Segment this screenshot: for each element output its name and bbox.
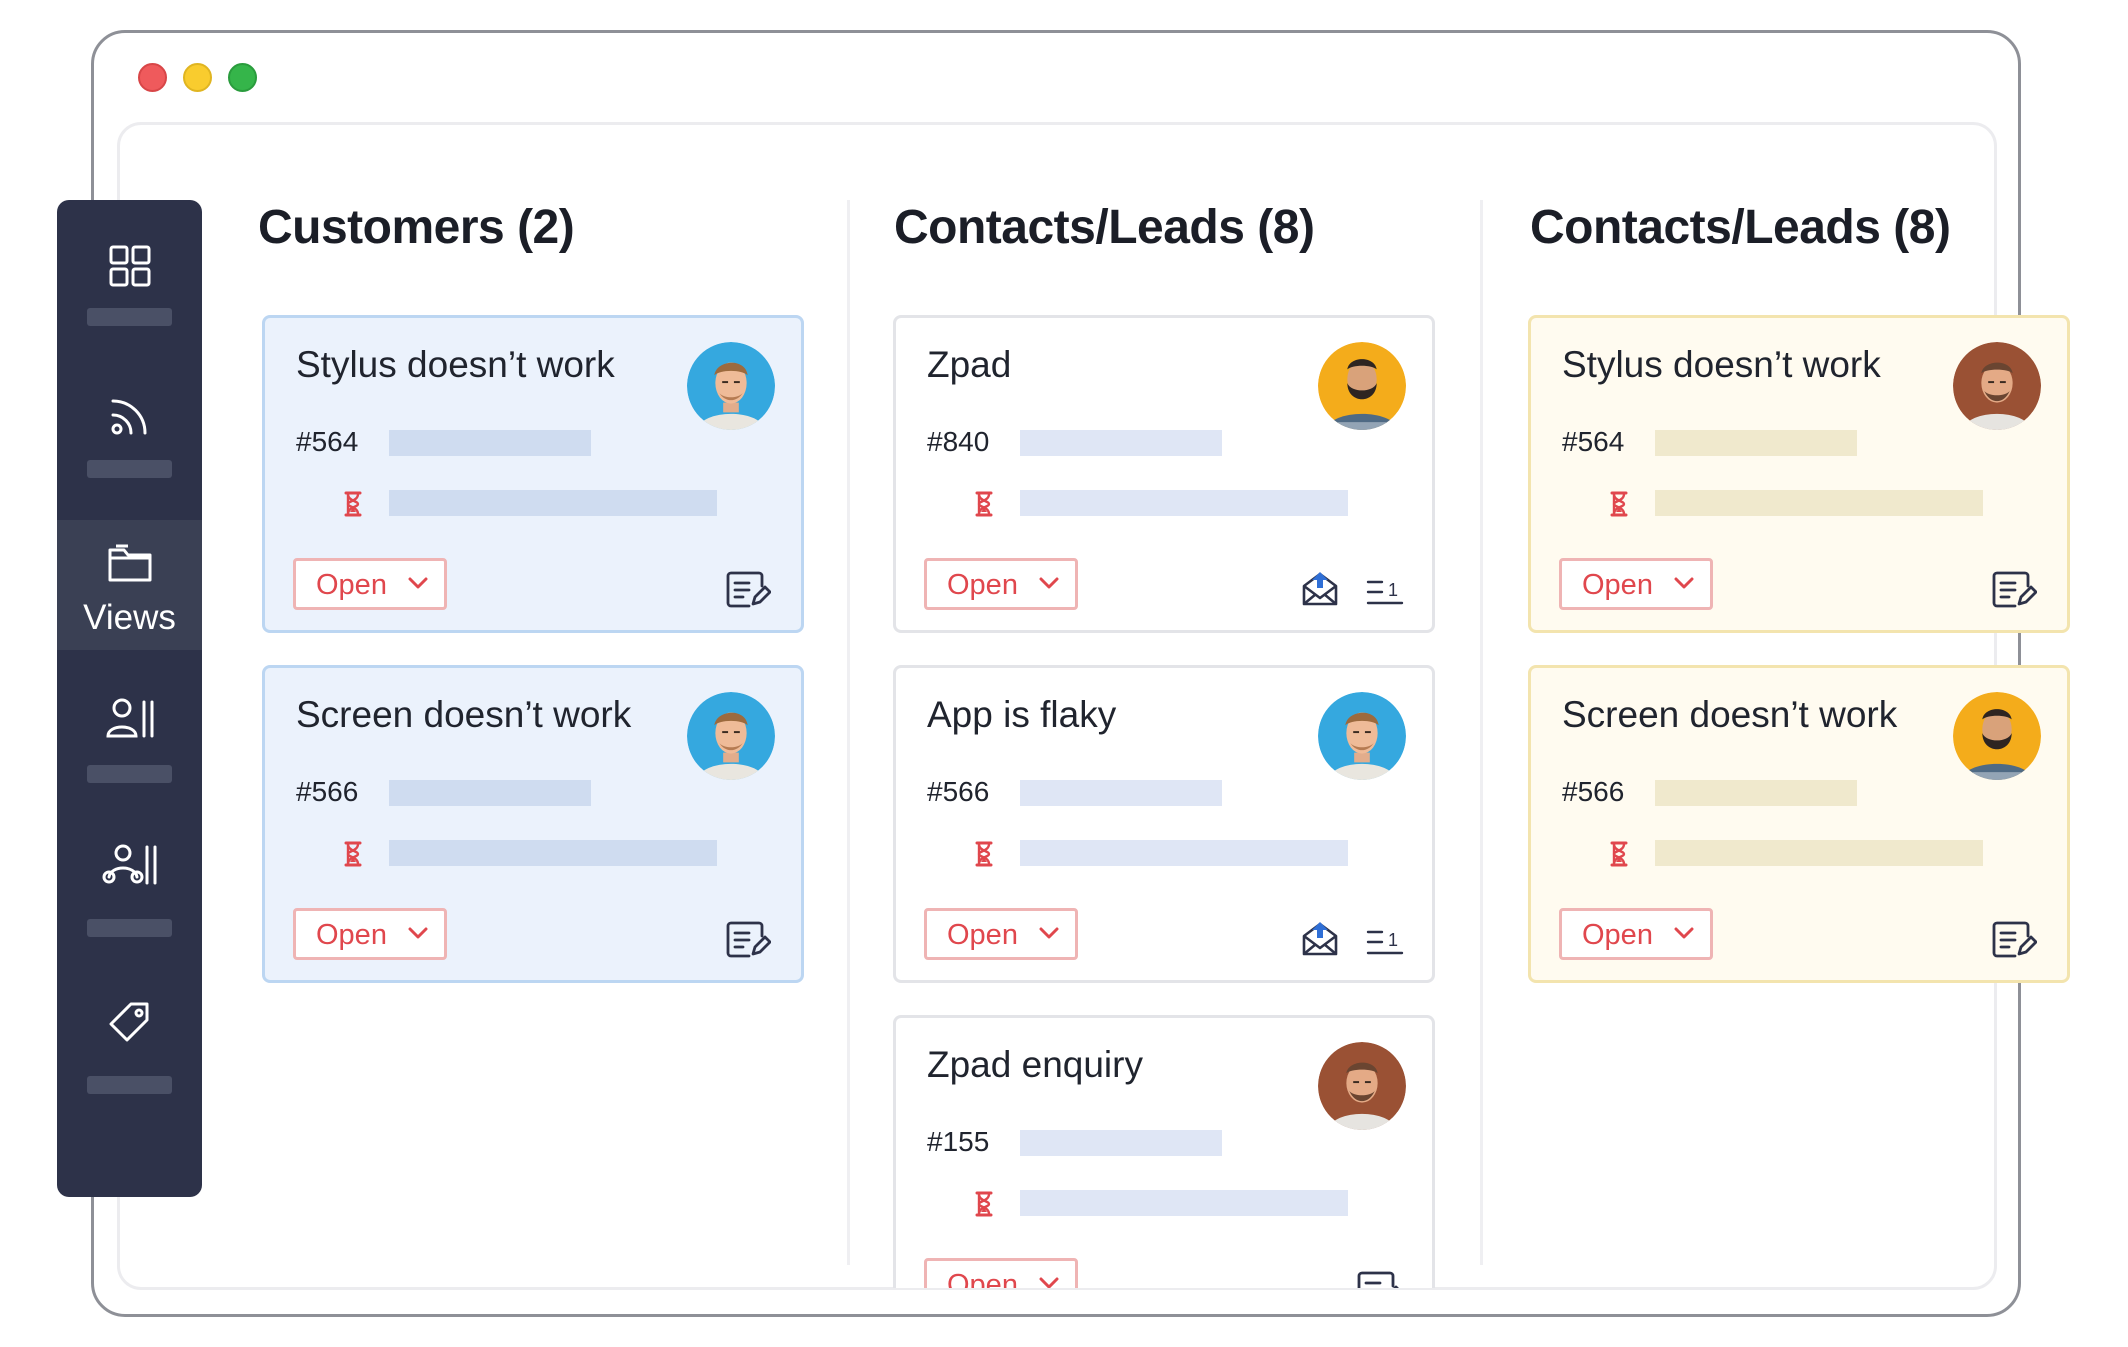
chevron-down-icon bbox=[1674, 927, 1694, 939]
chevron-down-icon bbox=[1039, 927, 1059, 939]
ticket-card[interactable]: Stylus doesn’t work #564 Open bbox=[1528, 315, 2070, 633]
ticket-id: #155 bbox=[927, 1126, 990, 1157]
edit-note-icon[interactable] bbox=[1356, 1270, 1402, 1288]
edit-note-icon[interactable] bbox=[1991, 920, 2037, 960]
content-placeholder bbox=[1020, 1130, 1222, 1156]
ticket-id: #566 bbox=[927, 776, 990, 807]
ticket-title: Zpad enquiry bbox=[927, 1044, 1143, 1085]
chevron-down-icon bbox=[1674, 577, 1694, 589]
status-dropdown[interactable]: Open bbox=[924, 1258, 1078, 1288]
content-placeholder bbox=[1020, 840, 1348, 866]
maximize-window-button[interactable] bbox=[228, 63, 257, 92]
content-placeholder bbox=[1020, 1190, 1348, 1216]
close-window-button[interactable] bbox=[138, 63, 167, 92]
status-label: Open bbox=[947, 919, 1018, 951]
edit-note-icon[interactable] bbox=[1991, 570, 2037, 610]
status-dropdown[interactable]: Open bbox=[924, 558, 1078, 610]
status-dropdown[interactable]: Open bbox=[1559, 908, 1713, 960]
thread-count-icon[interactable] bbox=[1364, 570, 1404, 610]
avatar bbox=[1953, 342, 2041, 430]
content-placeholder bbox=[1655, 490, 1983, 516]
status-label: Open bbox=[1582, 569, 1653, 601]
avatar bbox=[1953, 692, 2041, 780]
ticket-title: Screen doesn’t work bbox=[1562, 694, 1898, 735]
hourglass-icon bbox=[1609, 490, 1629, 518]
ticket-card[interactable]: Zpad enquiry #155 Open bbox=[893, 1015, 1435, 1288]
thread-count-icon[interactable] bbox=[1364, 920, 1404, 960]
content-placeholder bbox=[1655, 430, 1857, 456]
hourglass-icon bbox=[974, 1190, 994, 1218]
content-placeholder bbox=[1655, 780, 1857, 806]
status-dropdown[interactable]: Open bbox=[924, 908, 1078, 960]
content-placeholder bbox=[1020, 780, 1222, 806]
ticket-title: App is flaky bbox=[927, 694, 1117, 735]
minimize-window-button[interactable] bbox=[183, 63, 212, 92]
status-label: Open bbox=[1582, 919, 1653, 951]
hourglass-icon bbox=[974, 490, 994, 518]
avatar bbox=[1318, 692, 1406, 780]
ticket-card[interactable]: App is flaky #566 Open bbox=[893, 665, 1435, 983]
mail-icon[interactable] bbox=[1300, 918, 1340, 958]
content-placeholder bbox=[1020, 430, 1222, 456]
status-dropdown[interactable]: Open bbox=[1559, 558, 1713, 610]
avatar bbox=[1318, 1042, 1406, 1130]
avatar bbox=[1318, 342, 1406, 430]
ticket-id: #840 bbox=[927, 426, 990, 457]
ticket-title: Stylus doesn’t work bbox=[1562, 344, 1881, 385]
ticket-id: #564 bbox=[1562, 426, 1625, 457]
hourglass-icon bbox=[1609, 840, 1629, 868]
chevron-down-icon bbox=[1039, 577, 1059, 589]
ticket-title: Zpad bbox=[927, 344, 1012, 385]
status-label: Open bbox=[947, 1269, 1018, 1288]
ticket-card[interactable]: Zpad #840 Open bbox=[893, 315, 1435, 633]
content-placeholder bbox=[1655, 840, 1983, 866]
ticket-id: #566 bbox=[1562, 776, 1625, 807]
chevron-down-icon bbox=[1039, 1277, 1059, 1288]
status-label: Open bbox=[947, 569, 1018, 601]
hourglass-icon bbox=[974, 840, 994, 868]
ticket-card[interactable]: Screen doesn’t work #566 Open bbox=[1528, 665, 2070, 983]
mail-icon[interactable] bbox=[1300, 568, 1340, 608]
content-placeholder bbox=[1020, 490, 1348, 516]
